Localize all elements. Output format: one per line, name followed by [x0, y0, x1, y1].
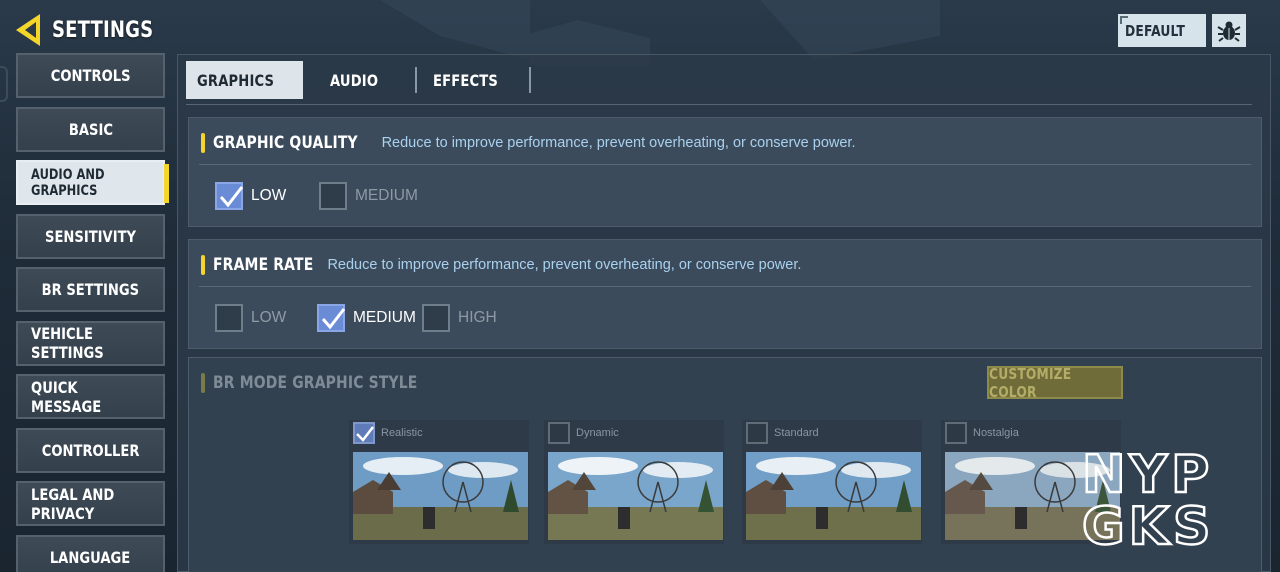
checkmark-icon	[356, 426, 374, 442]
header: SETTINGS	[14, 12, 176, 48]
checkbox-checked[interactable]	[215, 182, 244, 210]
style-preview-image	[548, 452, 723, 540]
sidebar-item-label: AUDIO AND GRAPHICS	[31, 166, 105, 199]
back-button[interactable]	[14, 12, 46, 48]
checkmark-icon	[321, 308, 346, 330]
option-label: LOW	[251, 187, 287, 204]
tab-label: EFFECTS	[433, 70, 499, 90]
sidebar-item-audio-and-graphics[interactable]: AUDIO AND GRAPHICS	[16, 160, 169, 205]
frame-rate-low-option[interactable]: LOW	[215, 304, 286, 332]
frame-rate-medium-option[interactable]: MEDIUM	[317, 304, 416, 332]
sidebar-item-label: LANGUAGE	[50, 547, 131, 567]
section-description: Reduce to improve performance, prevent o…	[327, 257, 802, 273]
section-accent-bar	[201, 373, 205, 393]
checkbox[interactable]	[746, 422, 768, 444]
section-accent-bar	[201, 133, 205, 153]
section-divider	[199, 286, 1251, 287]
tab-audio[interactable]: AUDIO	[303, 61, 415, 99]
watermark-line2: GKS	[1082, 497, 1214, 546]
checkbox[interactable]	[548, 422, 570, 444]
style-card-standard[interactable]: Standard	[742, 420, 922, 544]
sidebar-item-label: SENSITIVITY	[44, 226, 137, 246]
tab-effects[interactable]: EFFECTS	[417, 61, 529, 99]
sidebar-item-label: BASIC	[68, 119, 113, 139]
sidebar-item-vehicle-settings[interactable]: VEHICLE SETTINGS	[16, 320, 165, 366]
style-name: Standard	[774, 427, 819, 439]
option-label: MEDIUM	[355, 187, 418, 204]
sidebar-item-label: CONTROLLER	[41, 440, 140, 460]
tab-graphics[interactable]: GRAPHICS	[186, 61, 303, 99]
back-arrow-icon	[16, 14, 40, 46]
sidebar-item-br-settings[interactable]: BR SETTINGS	[16, 267, 165, 312]
page-title: SETTINGS	[52, 17, 154, 43]
default-button-label: DEFAULT	[1125, 21, 1186, 40]
section-title: GRAPHIC QUALITY	[213, 133, 358, 153]
checkbox-checked[interactable]	[353, 422, 375, 444]
default-button[interactable]: DEFAULT	[1118, 14, 1206, 47]
checkbox[interactable]	[422, 304, 450, 332]
section-title: FRAME RATE	[213, 255, 314, 275]
section-title: BR MODE GRAPHIC STYLE	[213, 373, 418, 393]
graphic-quality-medium-option[interactable]: MEDIUM	[319, 182, 418, 210]
style-card-realistic[interactable]: Realistic	[349, 420, 529, 544]
sidebar-item-label: CONTROLS	[50, 66, 131, 85]
tab-bar: GRAPHICS AUDIO EFFECTS	[186, 61, 531, 99]
style-preview-image	[746, 452, 921, 540]
background-shape	[380, 0, 530, 60]
bug-report-button[interactable]	[1212, 14, 1246, 47]
sidebar-item-label: LEGAL AND PRIVACY	[31, 484, 115, 523]
sidebar-item-basic[interactable]: BASIC	[16, 106, 165, 152]
frame-rate-section: FRAME RATE Reduce to improve performance…	[188, 239, 1262, 349]
sidebar-item-quick-message[interactable]: QUICK MESSAGE	[16, 374, 165, 419]
graphic-quality-low-option[interactable]: LOW	[215, 182, 286, 210]
bug-icon	[1217, 21, 1241, 42]
sidebar-item-controller[interactable]: CONTROLLER	[16, 427, 165, 473]
checkbox[interactable]	[319, 182, 347, 210]
section-divider	[199, 164, 1251, 165]
option-label: HIGH	[458, 309, 497, 326]
style-preview-image	[353, 452, 528, 540]
style-card-dynamic[interactable]: Dynamic	[544, 420, 724, 544]
sidebar-item-legal-and-privacy[interactable]: LEGAL AND PRIVACY	[16, 481, 165, 526]
sidebar: CONTROLS BASIC AUDIO AND GRAPHICS SENSIT…	[16, 53, 169, 572]
option-label: MEDIUM	[353, 309, 416, 326]
style-name: Dynamic	[576, 427, 619, 439]
tab-label: AUDIO	[329, 70, 378, 90]
checkbox[interactable]	[945, 422, 967, 444]
sidebar-item-label: QUICK MESSAGE	[31, 377, 102, 416]
customize-color-label: CUSTOMIZE COLOR	[989, 364, 1072, 401]
sidebar-item-language[interactable]: LANGUAGE	[16, 534, 165, 572]
background-shape	[760, 0, 940, 60]
sidebar-item-label: BR SETTINGS	[41, 280, 140, 299]
tab-separator	[529, 67, 531, 93]
frame-rate-high-option[interactable]: HIGH	[422, 304, 497, 332]
section-accent-bar	[201, 255, 205, 275]
sidebar-item-label: VEHICLE SETTINGS	[31, 324, 104, 362]
checkbox[interactable]	[215, 304, 243, 332]
sidebar-item-sensitivity[interactable]: SENSITIVITY	[16, 213, 165, 259]
customize-color-button[interactable]: CUSTOMIZE COLOR	[987, 364, 1123, 401]
tab-label: GRAPHICS	[197, 70, 275, 90]
watermark-logo: NYP GKS	[1082, 446, 1214, 546]
checkmark-icon	[219, 186, 244, 208]
option-label: LOW	[251, 309, 287, 326]
style-name: Nostalgia	[973, 427, 1019, 439]
graphic-quality-section: GRAPHIC QUALITY Reduce to improve perfor…	[188, 117, 1262, 227]
sidebar-edge-decoration	[0, 66, 8, 102]
section-description: Reduce to improve performance, prevent o…	[381, 135, 856, 151]
tab-divider	[186, 104, 1252, 105]
sidebar-item-controls[interactable]: CONTROLS	[16, 53, 165, 98]
checkbox-checked[interactable]	[317, 304, 346, 332]
style-name: Realistic	[381, 427, 423, 439]
